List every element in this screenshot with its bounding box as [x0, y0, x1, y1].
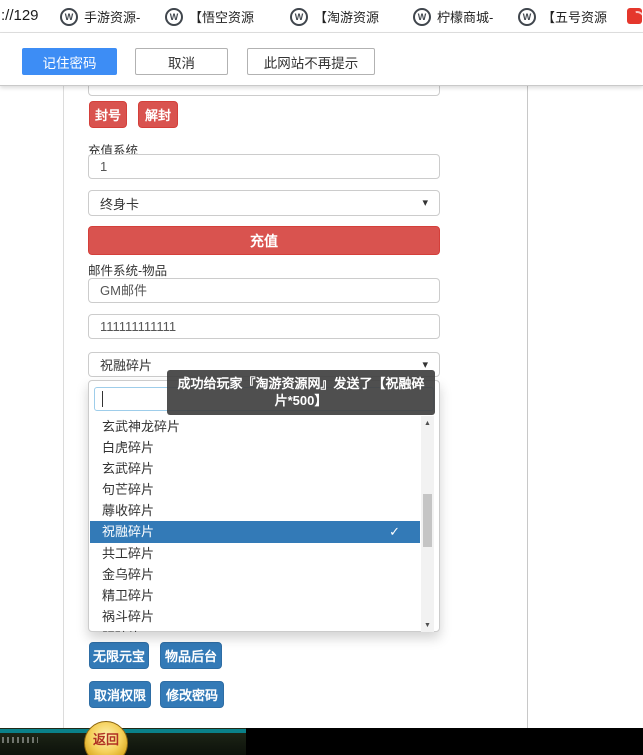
dropdown-option[interactable]: 共工碎片 [90, 543, 420, 564]
content-right-border [527, 86, 528, 728]
card-type-select[interactable]: 终身卡 ▾ [88, 190, 440, 216]
dropdown-option[interactable]: 玄武神龙碎片 [90, 416, 420, 437]
bookmark-item[interactable]: W 手游资源- [60, 7, 140, 26]
check-icon: ✓ [389, 521, 400, 543]
scroll-up-icon[interactable]: ▲ [421, 416, 434, 430]
bookmarks-bar: ://129 W 手游资源- W 【悟空资源 W 【淘游资源 W 柠檬商城- W… [0, 0, 643, 33]
bookmark-label: 手游资源- [84, 7, 140, 26]
dropdown-option[interactable]: 精卫碎片 [90, 585, 420, 606]
send-success-tooltip: 成功给玩家『淘游资源网』发送了【祝融碎片*500】 [167, 370, 435, 415]
bookmark-item[interactable]: W 【淘游资源 [290, 7, 379, 26]
dropdown-option[interactable]: 阴碎片 [90, 627, 420, 632]
screen: ://129 W 手游资源- W 【悟空资源 W 【淘游资源 W 柠檬商城- W… [0, 0, 643, 755]
wordpress-icon: W [413, 8, 431, 26]
scroll-down-icon[interactable]: ▼ [421, 618, 434, 632]
cancel-permission-button[interactable]: 取消权限 [89, 681, 151, 708]
remember-password-button[interactable]: 记住密码 [22, 48, 117, 75]
cancel-button[interactable]: 取消 [135, 48, 228, 75]
chevron-down-icon: ▾ [422, 358, 428, 371]
wordpress-icon: W [165, 8, 183, 26]
wordpress-icon: W [518, 8, 536, 26]
chevron-down-icon: ▾ [422, 196, 428, 209]
bookmark-item[interactable]: W 柠檬商城- [413, 7, 493, 26]
text-cursor [102, 391, 103, 407]
dropdown-option[interactable]: 金乌碎片 [90, 564, 420, 585]
red-favicon-icon[interactable] [627, 8, 642, 24]
item-backend-button[interactable]: 物品后台 [160, 642, 222, 669]
mail-target-input[interactable]: 111111111111 [88, 314, 440, 339]
illegible-game-text [2, 737, 38, 743]
bookmark-url-fragment[interactable]: ://129 [1, 7, 39, 24]
item-dropdown-panel: 玄武神龙碎片 白虎碎片 玄武碎片 句芒碎片 蓐收碎片 祝融碎片 ✓ 共工碎片 金… [88, 380, 440, 632]
bookmark-label: 柠檬商城- [437, 7, 493, 26]
dropdown-option[interactable]: 白虎碎片 [90, 437, 420, 458]
recharge-amount-input[interactable]: 1 [88, 154, 440, 179]
bookmark-item[interactable]: W 【悟空资源 [165, 7, 254, 26]
content-left-border [63, 86, 64, 728]
bookmark-label: 【淘游资源 [314, 7, 379, 26]
never-prompt-button[interactable]: 此网站不再提示 [247, 48, 375, 75]
unban-account-button[interactable]: 解封 [138, 101, 178, 128]
dropdown-option[interactable]: 句芒碎片 [90, 479, 420, 500]
dropdown-option[interactable]: 玄武碎片 [90, 458, 420, 479]
bookmark-label: 【悟空资源 [189, 7, 254, 26]
game-back-button[interactable]: 返回 [84, 721, 128, 755]
wordpress-icon: W [60, 8, 78, 26]
dropdown-option[interactable]: 祸斗碎片 [90, 606, 420, 627]
dropdown-scrollbar[interactable]: ▲ ▼ [421, 416, 434, 632]
bookmark-label: 【五号资源 [542, 7, 607, 26]
card-type-selected-value: 终身卡 [100, 194, 139, 213]
dropdown-option[interactable]: 蓐收碎片 [90, 500, 420, 521]
dropdown-option-selected[interactable]: 祝融碎片 ✓ [90, 521, 420, 543]
dropdown-option-list: 玄武神龙碎片 白虎碎片 玄武碎片 句芒碎片 蓐收碎片 祝融碎片 ✓ 共工碎片 金… [90, 416, 420, 632]
wordpress-icon: W [290, 8, 308, 26]
ban-account-button[interactable]: 封号 [89, 101, 127, 128]
recharge-button[interactable]: 充值 [88, 226, 440, 255]
mail-title-input[interactable]: GM邮件 [88, 278, 440, 303]
change-password-button[interactable]: 修改密码 [160, 681, 224, 708]
item-selected-value: 祝融碎片 [100, 355, 152, 374]
unlimited-yuanbao-button[interactable]: 无限元宝 [89, 642, 149, 669]
bookmark-item[interactable]: W 【五号资源 [518, 7, 607, 26]
scrollbar-thumb[interactable] [423, 494, 432, 547]
mail-system-label: 邮件系统-物品 [88, 260, 167, 279]
